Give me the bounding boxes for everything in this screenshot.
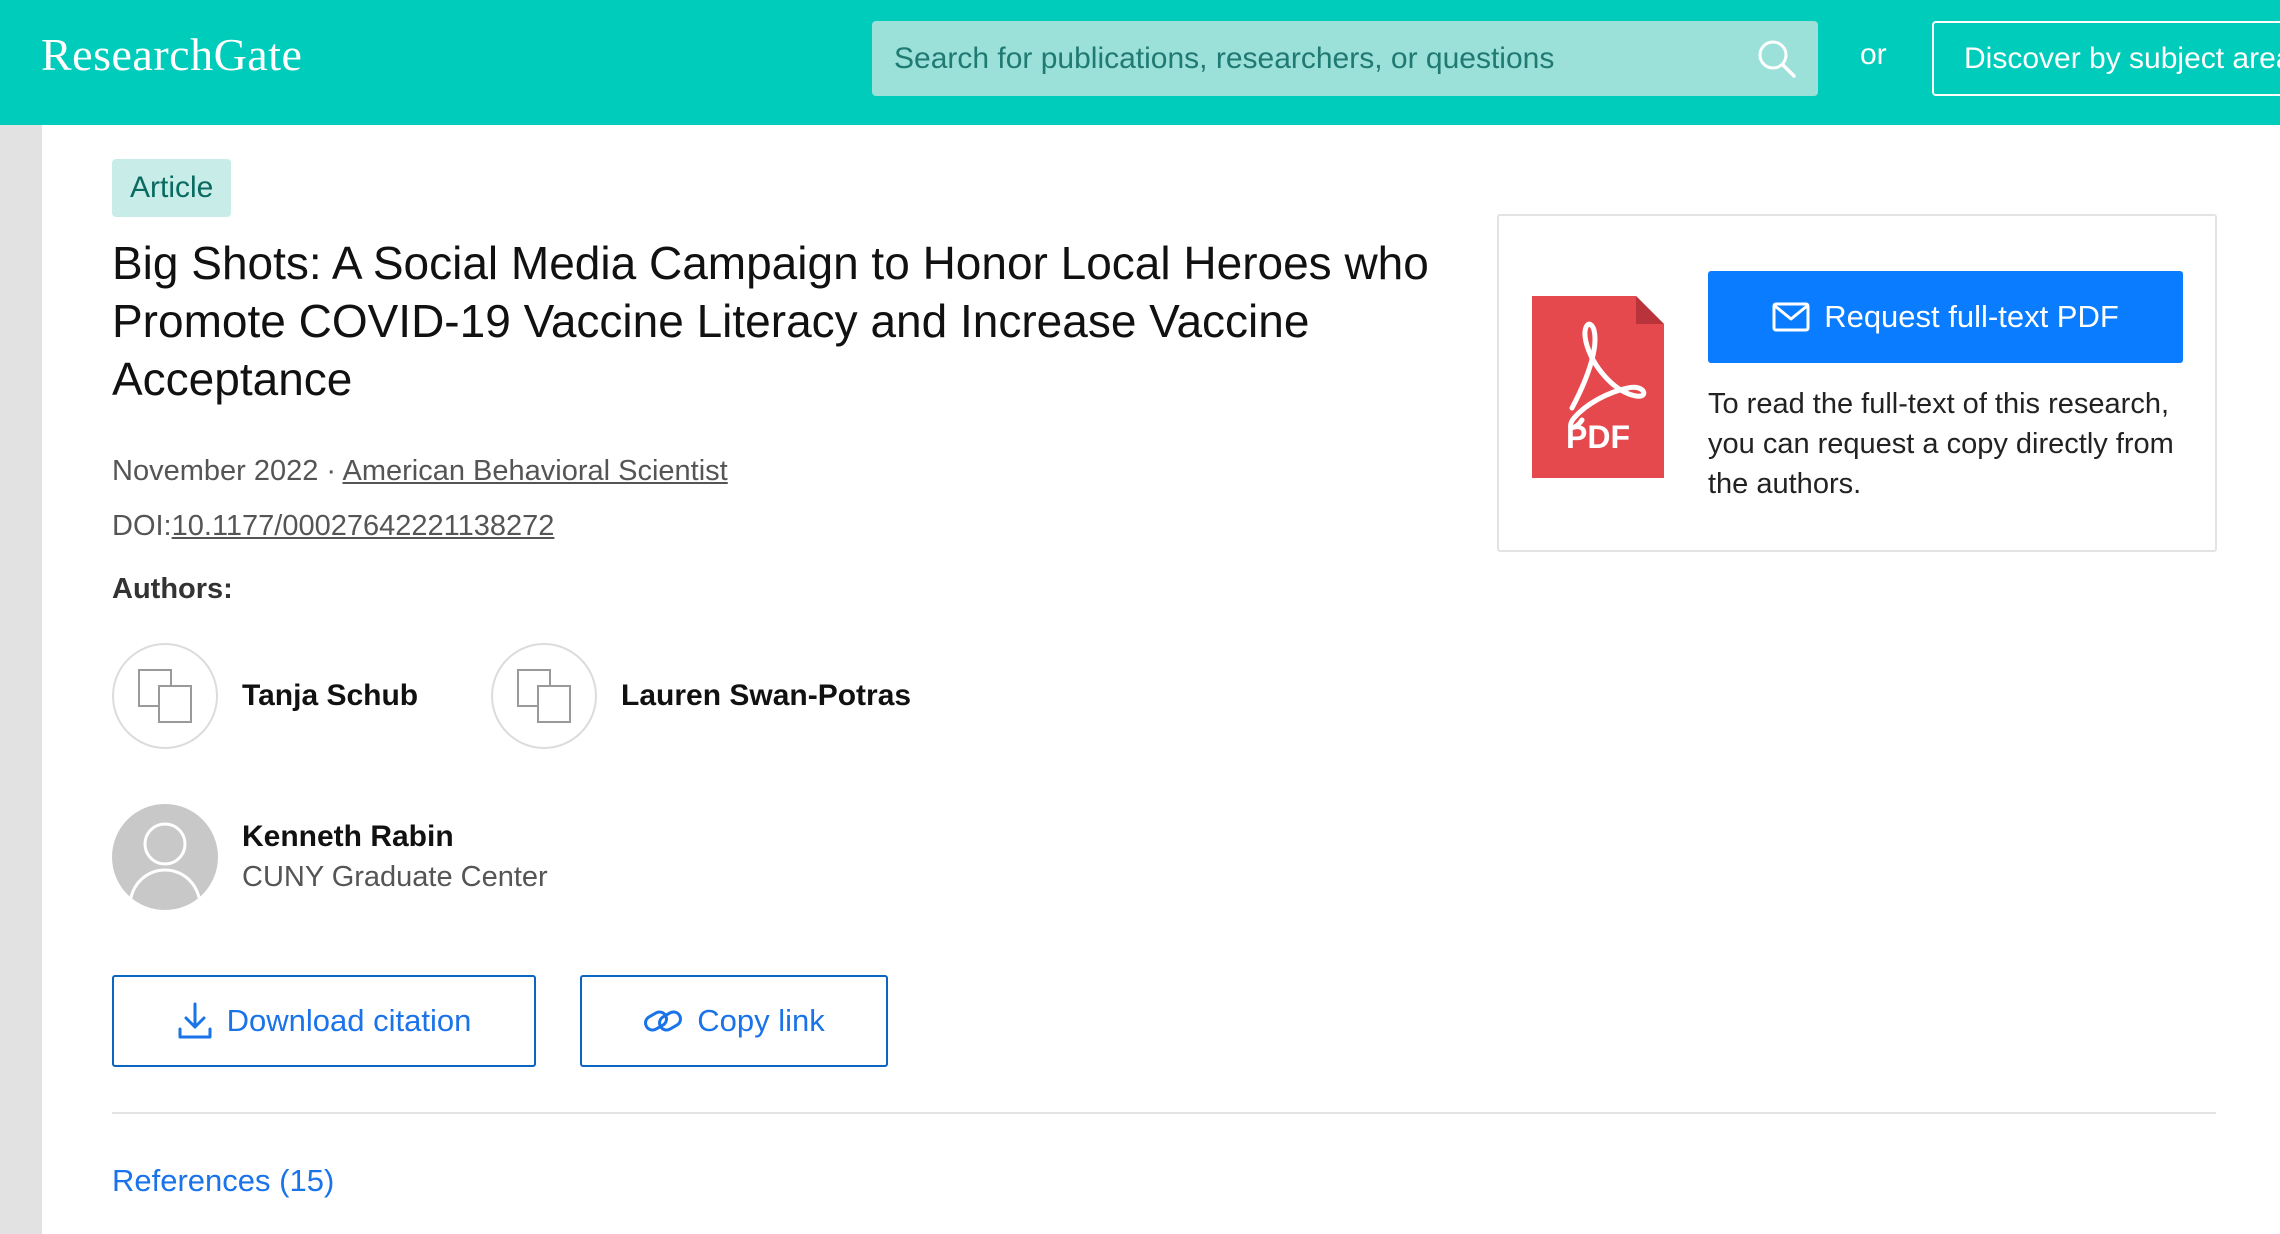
download-citation-button[interactable]: Download citation (112, 975, 536, 1067)
left-gutter (0, 125, 42, 1234)
search-input[interactable] (894, 21, 1754, 96)
search-icon[interactable] (1756, 38, 1798, 80)
article-title: Big Shots: A Social Media Campaign to Ho… (112, 237, 1429, 405)
references-tab[interactable]: References (15) (112, 1163, 334, 1199)
or-label: or (1860, 38, 1887, 71)
envelope-icon (1772, 302, 1810, 332)
author-placeholder-icon (517, 669, 571, 723)
journal-link[interactable]: American Behavioral Scientist (343, 455, 728, 487)
person-silhouette-icon (128, 822, 202, 903)
pdf-file-icon: PDF (1532, 296, 1664, 478)
author-card[interactable]: Lauren Swan-Potras (491, 643, 911, 749)
doi-line: DOI:10.1177/00027642221138272 (112, 510, 554, 543)
copy-link-button[interactable]: Copy link (580, 975, 888, 1067)
copy-link-label: Copy link (697, 1003, 825, 1038)
author-placeholder-icon (138, 669, 192, 723)
search-box[interactable] (872, 21, 1818, 96)
author-placeholder-avatar[interactable] (112, 643, 218, 749)
doi-label: DOI: (112, 510, 172, 542)
publication-meta: November 2022 · American Behavioral Scie… (112, 455, 728, 488)
publication-date: November 2022 (112, 455, 319, 487)
section-divider (112, 1112, 2216, 1114)
author-name[interactable]: Kenneth Rabin (242, 817, 548, 857)
author-card[interactable]: Tanja Schub (112, 643, 418, 749)
request-description: To read the full-text of this research, … (1708, 388, 2174, 500)
authors-heading: Authors: (112, 573, 233, 605)
link-icon (644, 1010, 683, 1032)
request-fulltext-label: Request full-text PDF (1824, 299, 2119, 334)
request-fulltext-button[interactable]: Request full-text PDF (1708, 271, 2183, 363)
article-type-badge: Article (112, 159, 232, 217)
top-navigation-bar: ResearchGate or Discover by subject area (0, 0, 2280, 125)
author-card[interactable]: Kenneth Rabin CUNY Graduate Center (112, 804, 548, 910)
download-citation-label: Download citation (226, 1003, 472, 1038)
author-avatar[interactable] (112, 804, 218, 910)
fulltext-request-card: PDF Request full-text PDF To read the fu… (1497, 214, 2217, 552)
author-placeholder-avatar[interactable] (491, 643, 597, 749)
doi-link[interactable]: 10.1177/00027642221138272 (172, 510, 555, 542)
discover-by-subject-button[interactable]: Discover by subject area (1932, 21, 2280, 96)
author-affiliation: CUNY Graduate Center (242, 861, 548, 893)
pdf-icon-text: PDF (1566, 419, 1630, 455)
author-name[interactable]: Tanja Schub (242, 676, 418, 716)
download-icon (178, 1002, 212, 1039)
meta-separator: · (318, 455, 343, 487)
researchgate-logo[interactable]: ResearchGate (41, 22, 302, 88)
author-name[interactable]: Lauren Swan-Potras (621, 676, 911, 716)
